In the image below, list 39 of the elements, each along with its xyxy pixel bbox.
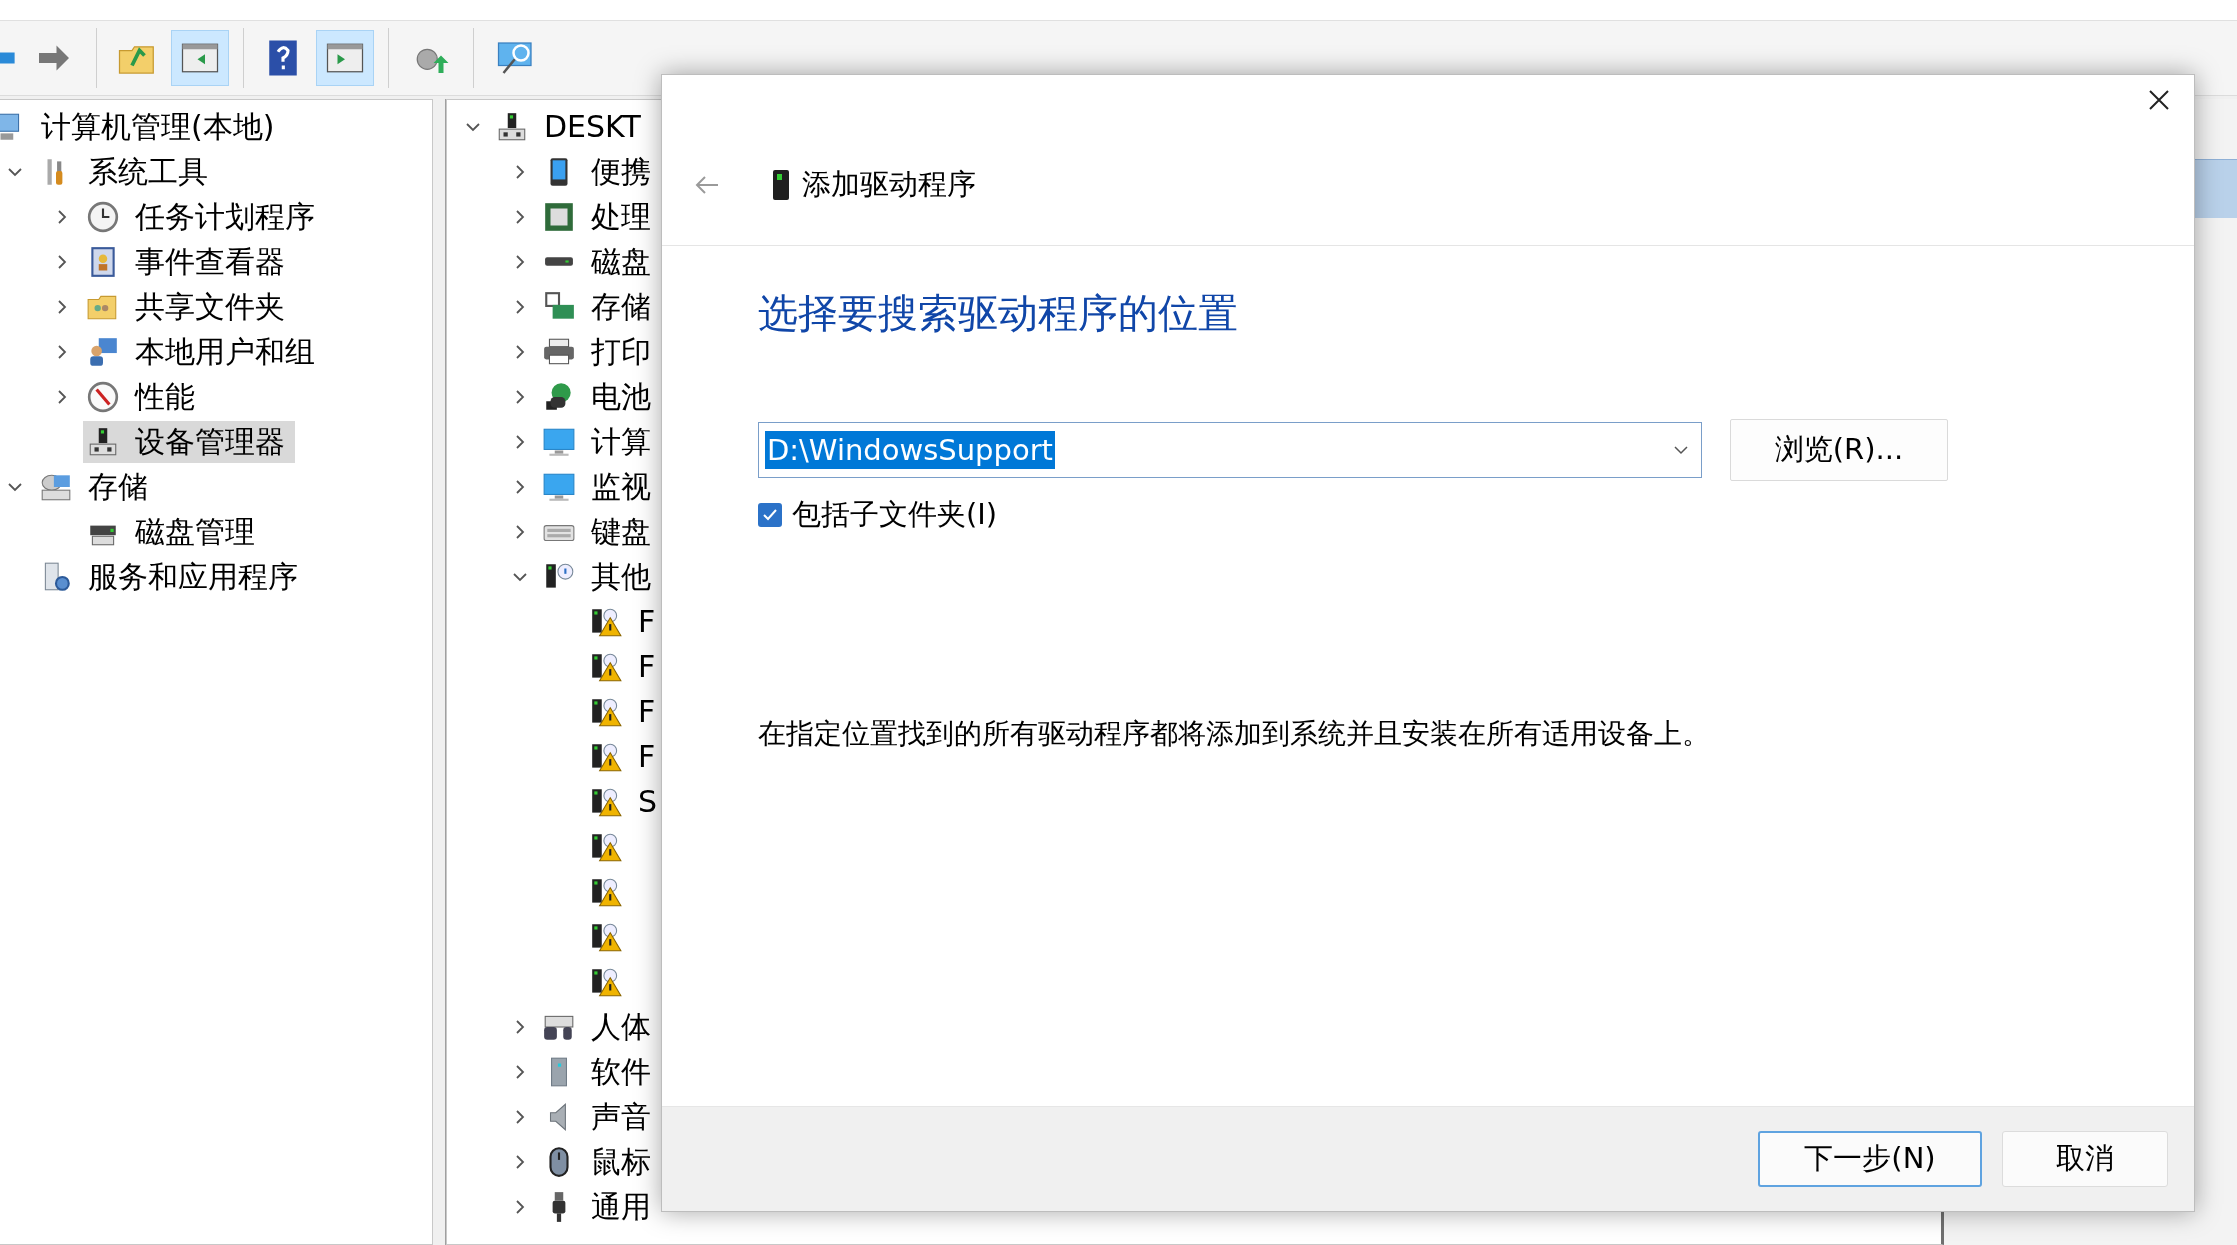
location-combo-box[interactable]: D:\WindowsSupport [758, 422, 1702, 478]
checkbox-label[interactable]: 包括子文件夹(I) [792, 495, 998, 535]
dialog-title: 添加驱动程序 [802, 166, 976, 203]
tree-item[interactable]: 计算 [585, 420, 657, 463]
tree-item[interactable]: 通用 [585, 1185, 657, 1228]
tree-item[interactable]: DESKT [538, 105, 647, 148]
tree-item[interactable]: 键盘 [585, 510, 657, 553]
page-heading: 选择要搜索驱动程序的位置 [758, 289, 1239, 338]
tree-item[interactable]: 磁盘 [585, 240, 657, 283]
tree-item[interactable]: 性能 [129, 375, 201, 418]
tree-item[interactable]: 事件查看器 [129, 240, 291, 283]
dialog-button[interactable]: 下一步(N) [1758, 1131, 1982, 1187]
tree-item[interactable]: 共享文件夹 [129, 285, 291, 328]
tree-item[interactable]: 本地用户和组 [129, 330, 321, 373]
tree-item[interactable]: 监视 [585, 465, 657, 508]
tree-item[interactable]: 电池 [585, 375, 657, 418]
tree-item[interactable]: F [632, 690, 662, 733]
tree-item[interactable]: 便携 [585, 150, 657, 193]
tree-item[interactable]: 软件 [585, 1050, 657, 1093]
tree-item[interactable]: 存储 [82, 465, 154, 508]
tree-item[interactable]: F [632, 600, 662, 643]
tree-item[interactable]: 系统工具 [82, 150, 214, 193]
tree-item[interactable]: 计算机管理(本地) [35, 105, 281, 148]
tree-item[interactable]: 人体 [585, 1005, 657, 1048]
tree-item[interactable]: 其他 [585, 555, 657, 598]
tree-item[interactable]: F [632, 645, 662, 688]
tree-item[interactable]: 鼠标 [585, 1140, 657, 1183]
tree-item[interactable]: 任务计划程序 [129, 195, 321, 238]
browse-button[interactable]: 浏览(R)... [1730, 419, 1948, 481]
tree-item[interactable]: 处理 [585, 195, 657, 238]
tree-item[interactable]: 声音 [585, 1095, 657, 1138]
dialog-button[interactable]: 取消 [2002, 1131, 2168, 1187]
tree-item[interactable]: 存储 [585, 285, 657, 328]
description-text: 在指定位置找到的所有驱动程序都将添加到系统并且安装在所有适用设备上。 [758, 716, 1711, 752]
tree-item[interactable]: 打印 [585, 330, 657, 373]
tree-item[interactable]: F [632, 735, 662, 778]
tree-item[interactable]: 磁盘管理 [129, 510, 261, 553]
tree-item[interactable]: S [632, 780, 664, 823]
tree-item[interactable]: 服务和应用程序 [82, 555, 304, 598]
